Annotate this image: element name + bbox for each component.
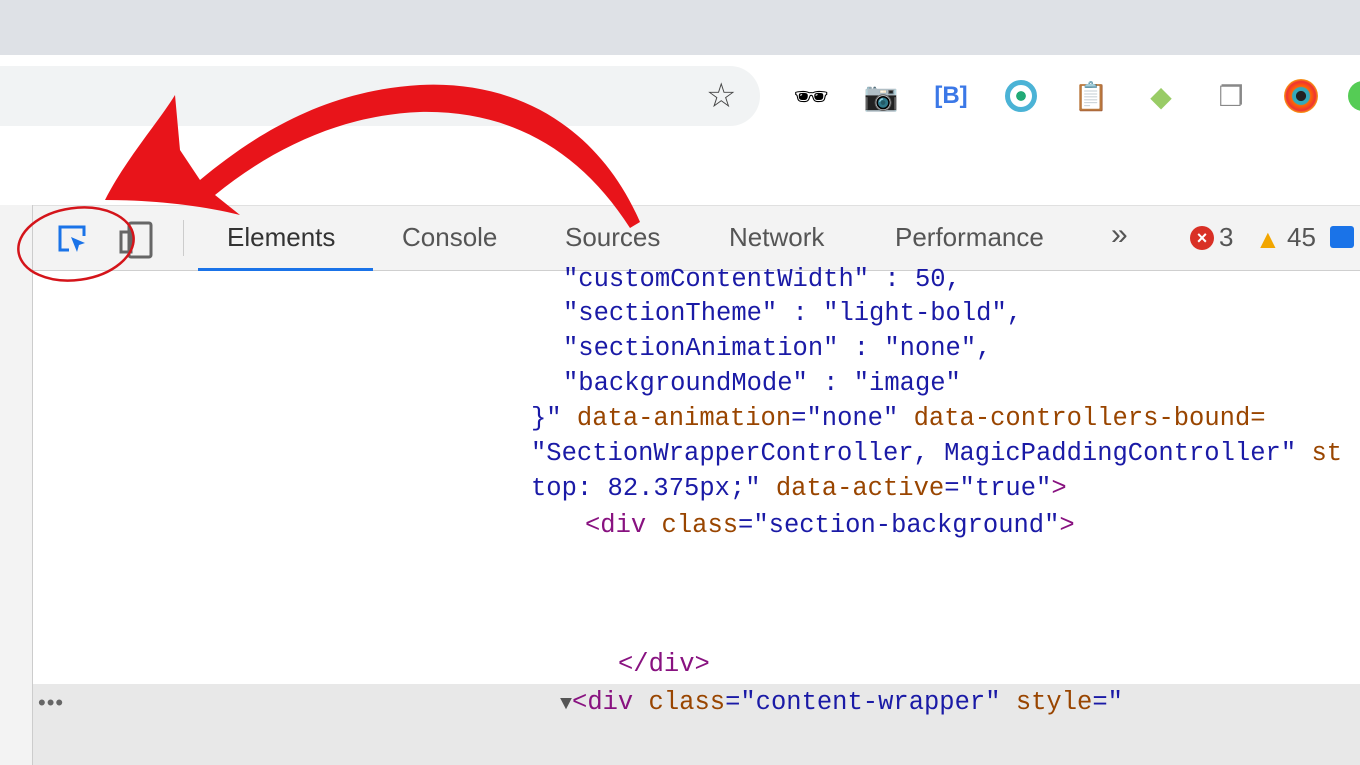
active-tab-indicator [198, 268, 373, 271]
camera-icon[interactable]: 📷 [863, 78, 899, 114]
warning-icon[interactable]: ▲ [1255, 224, 1281, 255]
bracket-extension-icon[interactable]: [B] [933, 78, 969, 114]
extension-icon[interactable] [1345, 78, 1360, 114]
more-options-icon[interactable]: ••• [38, 690, 64, 716]
code-line: "sectionTheme" : "light-bold", [563, 299, 1023, 328]
bookmark-star-icon[interactable]: ☆ [706, 76, 736, 116]
code-line: "backgroundMode" : "image" [563, 369, 961, 398]
expand-triangle-icon[interactable]: ▼ [560, 693, 572, 716]
incognito-icon[interactable]: 🕶 [793, 78, 829, 114]
code-line: "customContentWidth" : 50, [563, 265, 961, 294]
inspect-element-icon[interactable] [55, 222, 91, 258]
warning-count[interactable]: 45 [1287, 222, 1316, 253]
error-icon[interactable]: × [1190, 226, 1214, 250]
device-toolbar-icon[interactable] [119, 220, 155, 260]
code-line: "SectionWrapperController, MagicPaddingC… [531, 439, 1343, 468]
more-tabs-button[interactable]: » [1111, 218, 1128, 252]
error-count[interactable]: 3 [1219, 222, 1233, 253]
tab-console[interactable]: Console [402, 222, 497, 253]
target-extension-icon[interactable] [1003, 78, 1039, 114]
messages-icon[interactable] [1330, 226, 1354, 248]
color-eye-icon[interactable] [1283, 78, 1319, 114]
tab-performance[interactable]: Performance [895, 222, 1044, 253]
divider [183, 220, 184, 256]
page-edge [0, 205, 33, 765]
code-line: top: 82.375px;" data-active="true"> [531, 474, 1067, 503]
pin-extension-icon[interactable]: ◆ [1143, 78, 1179, 114]
code-line: }" data-animation="none" data-controller… [531, 404, 1266, 433]
address-bar[interactable] [0, 66, 760, 126]
tab-network[interactable]: Network [729, 222, 824, 253]
code-line[interactable]: </div> [618, 647, 710, 682]
copy-extension-icon[interactable]: ❐ [1213, 78, 1249, 114]
code-line: "sectionAnimation" : "none", [563, 334, 992, 363]
code-line[interactable]: ▼<div class="content-wrapper" style=" [560, 685, 1123, 722]
browser-tab-strip [0, 0, 1360, 55]
tab-sources[interactable]: Sources [565, 222, 660, 253]
tab-elements[interactable]: Elements [227, 222, 335, 253]
clipboard-icon[interactable]: 📋 [1073, 78, 1109, 114]
code-line[interactable]: <div class="section-background"> [585, 508, 1075, 543]
